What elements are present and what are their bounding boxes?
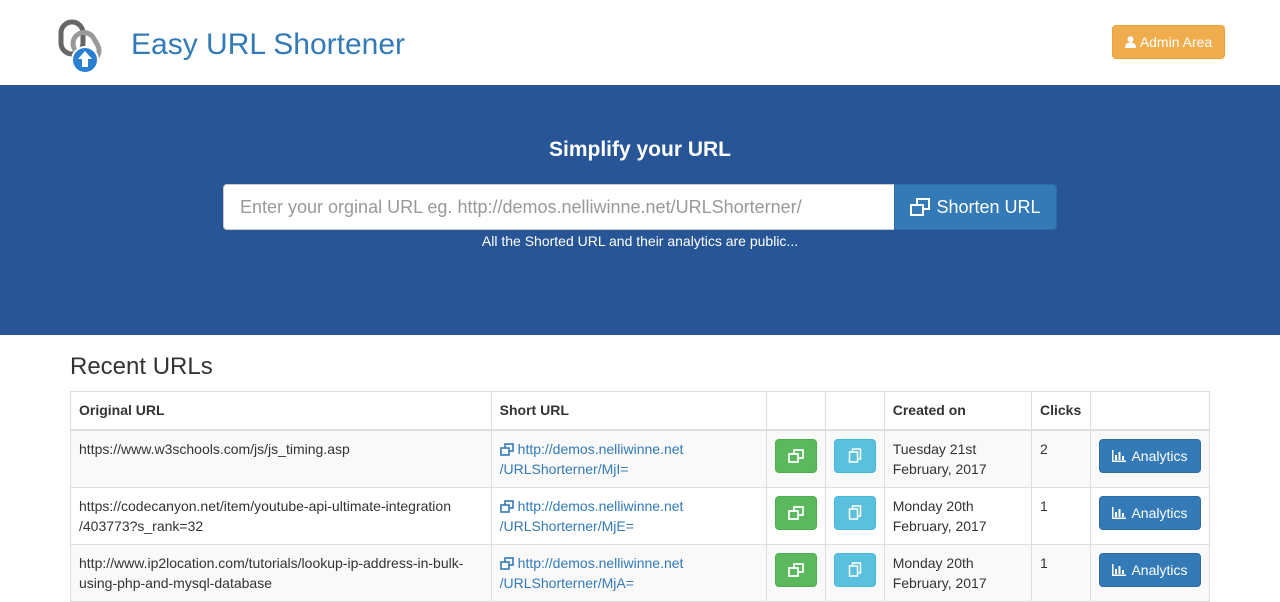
created-line2: February, 2017 [892,460,987,477]
short-url-line2: /URLShorterner/MjI= [499,460,629,477]
click-count: 1 [1039,554,1048,571]
copy-cell [824,543,885,602]
created-line1: Tuesday 21st [892,440,977,457]
original-url: http://www.ip2location.com/tutorials/loo… [79,554,464,591]
analytics-cell: Analytics [1089,543,1211,602]
copy-icon [848,562,861,577]
copy-short-url-button[interactable] [833,495,876,530]
open-short-url-button[interactable] [774,495,817,530]
analytics-label: Analytics [1131,561,1188,578]
external-link-icon [499,556,514,570]
open-short-url-button[interactable] [774,438,817,473]
created-line1: Monday 20th [892,554,974,571]
copy-short-url-button[interactable] [833,438,876,473]
table-row: http://www.ip2location.com/tutorials/loo… [70,543,1211,602]
chain-link-logo-icon [58,19,102,74]
admin-area-button[interactable]: Admin Area [1112,25,1225,59]
original-url-cell: https://codecanyon.net/item/youtube-api-… [70,486,492,545]
clicks-cell: 1 [1030,543,1091,602]
hero-section: Simplify your URL Shorten URL All the Sh… [0,85,1280,335]
hero-title: Simplify your URL [548,138,732,161]
shorten-url-button[interactable]: Shorten URL [894,184,1057,230]
external-link-icon [499,442,514,456]
copy-short-url-button[interactable] [833,552,876,587]
admin-area-label: Admin Area [1139,34,1213,50]
original-url: https://www.w3schools.com/js/js_timing.a… [79,440,350,457]
short-url-line2: /URLShorterner/MjE= [499,517,634,534]
external-link-icon [787,562,804,577]
original-url: https://codecanyon.net/item/youtube-api-… [79,497,451,534]
column-header: Short URL [490,391,767,431]
recent-urls-title: Recent URLs [70,353,213,380]
created-on-cell: Monday 20th February, 2017 [883,543,1032,602]
copy-cell [824,486,885,545]
original-url-cell: https://www.w3schools.com/js/js_timing.a… [70,429,492,488]
table-header-row: Original URL Short URL Created on Clicks [70,391,1211,431]
open-cell [765,429,826,488]
analytics-cell: Analytics [1089,429,1211,488]
created-line2: February, 2017 [892,574,987,591]
click-count: 2 [1039,440,1048,457]
short-url-link[interactable]: http://demos.nelliwinne.net /URLShortern… [500,498,684,534]
copy-icon [848,505,861,520]
external-link-icon [910,198,931,216]
open-short-url-button[interactable] [774,552,817,587]
short-url-line1: http://demos.nelliwinne.net [517,554,684,571]
table-row: https://codecanyon.net/item/youtube-api-… [70,486,1211,545]
short-url-cell: http://demos.nelliwinne.net /URLShortern… [490,429,767,488]
column-header [765,391,826,431]
created-on-cell: Monday 20th February, 2017 [883,486,1032,545]
recent-urls-table: Original URL Short URL Created on Clicks… [70,391,1211,602]
copy-icon [848,448,861,463]
short-url-link[interactable]: http://demos.nelliwinne.net /URLShortern… [500,555,684,591]
short-url-link[interactable]: http://demos.nelliwinne.net /URLShortern… [500,441,684,477]
analytics-label: Analytics [1131,447,1188,464]
analytics-button[interactable]: Analytics [1098,552,1201,587]
external-link-icon [787,448,804,463]
short-url-cell: http://demos.nelliwinne.net /URLShortern… [490,486,767,545]
analytics-label: Analytics [1131,504,1188,521]
created-line2: February, 2017 [892,517,987,534]
original-url-input[interactable] [223,184,894,230]
click-count: 1 [1039,497,1048,514]
column-header [1089,391,1211,431]
short-url-cell: http://demos.nelliwinne.net /URLShortern… [490,543,767,602]
bar-chart-icon [1112,449,1127,462]
bar-chart-icon [1112,563,1127,576]
brand-title[interactable]: Easy URL Shortener [131,28,405,62]
original-url-cell: http://www.ip2location.com/tutorials/loo… [70,543,492,602]
analytics-cell: Analytics [1089,486,1211,545]
short-url-line2: /URLShorterner/MjA= [499,574,634,591]
hero-note: All the Shorted URL and their analytics … [481,233,799,249]
column-header: Clicks [1030,391,1091,431]
external-link-icon [787,505,804,520]
shorten-url-label: Shorten URL [936,196,1041,217]
user-icon [1124,36,1136,48]
short-url-line1: http://demos.nelliwinne.net [517,440,684,457]
column-header [824,391,885,431]
open-cell [765,486,826,545]
column-header: Created on [883,391,1032,431]
external-link-icon [499,499,514,513]
created-on-cell: Tuesday 21st February, 2017 [883,429,1032,488]
short-url-line1: http://demos.nelliwinne.net [517,497,684,514]
clicks-cell: 2 [1030,429,1091,488]
top-bar: Easy URL Shortener Admin Area [0,0,1280,85]
column-header: Original URL [70,391,492,431]
table-row: https://www.w3schools.com/js/js_timing.a… [70,429,1211,488]
bar-chart-icon [1112,506,1127,519]
open-cell [765,543,826,602]
analytics-button[interactable]: Analytics [1098,495,1201,530]
copy-cell [824,429,885,488]
clicks-cell: 1 [1030,486,1091,545]
created-line1: Monday 20th [892,497,974,514]
analytics-button[interactable]: Analytics [1098,438,1201,473]
